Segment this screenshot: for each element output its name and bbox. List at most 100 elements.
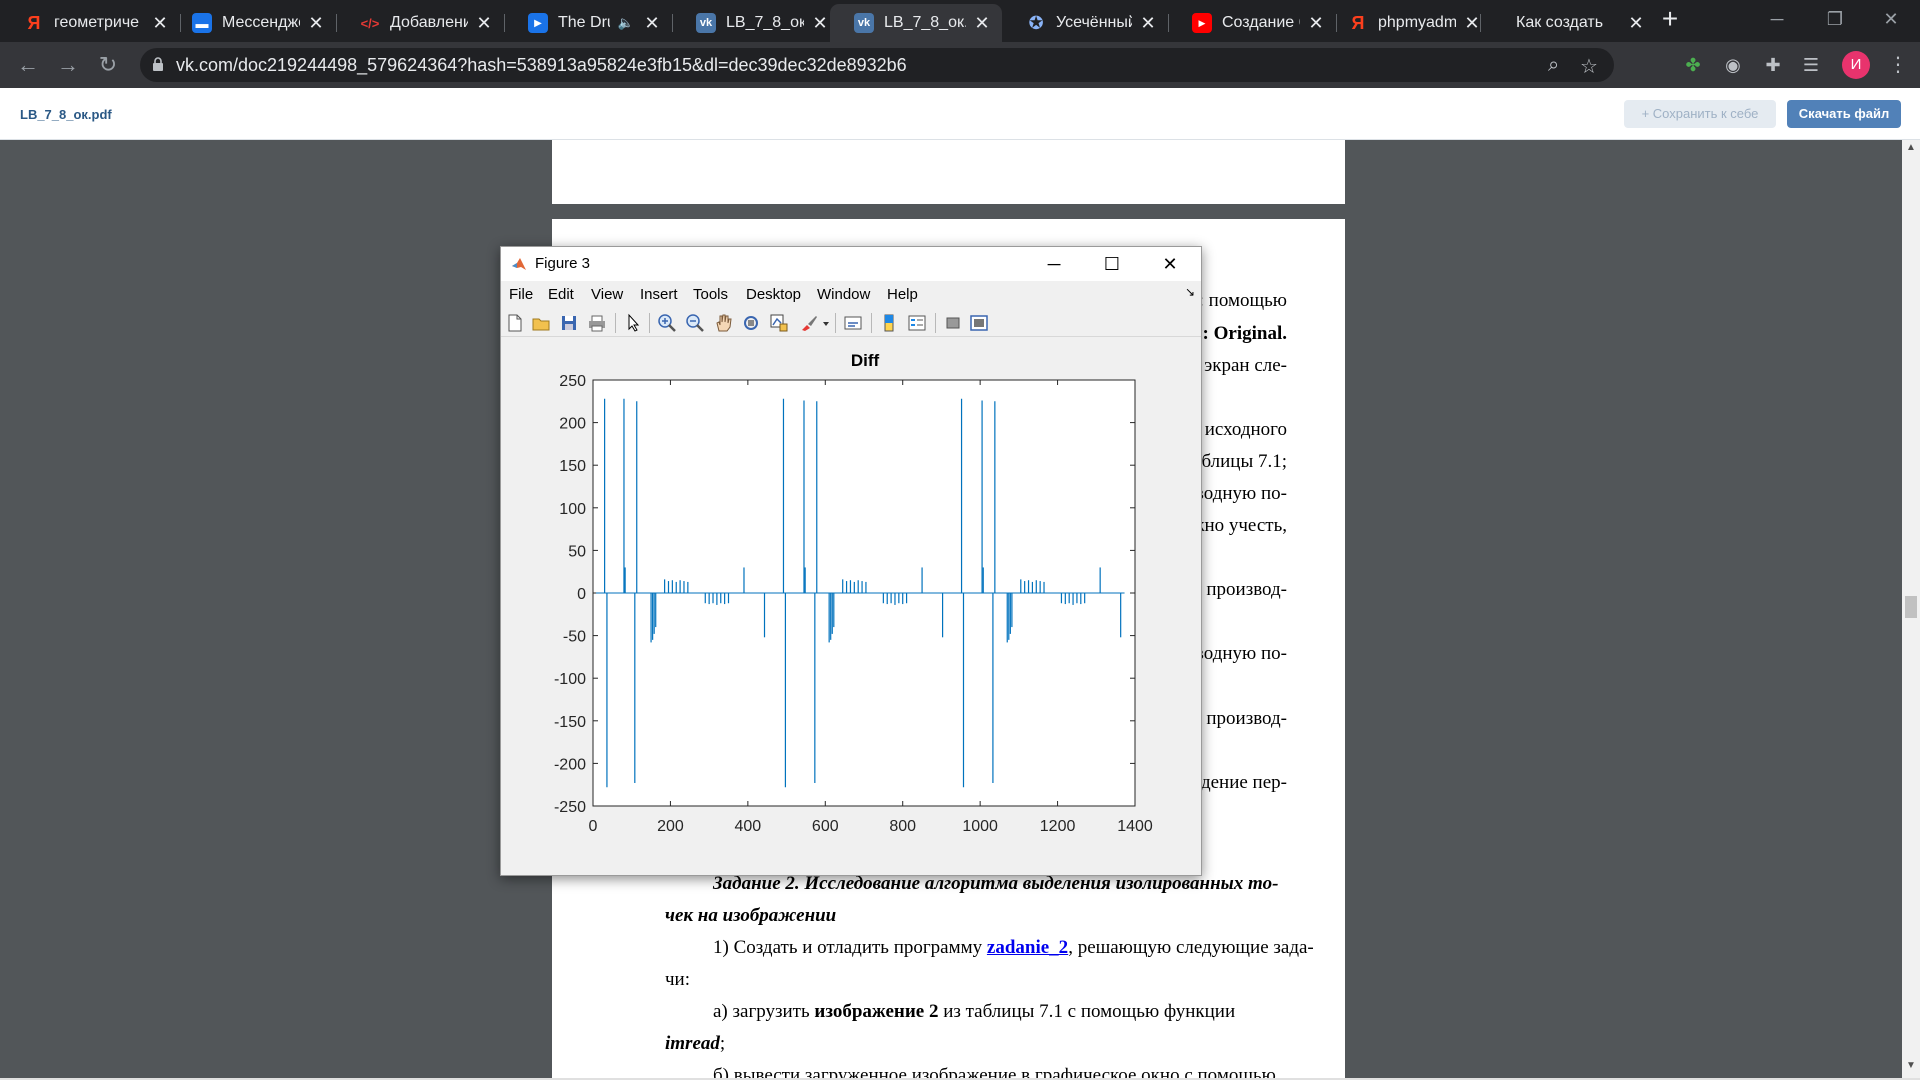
browser-tab-strip: Я геометриче ✕ ▬ Мессендже ✕ </> Добавле…	[0, 0, 1920, 42]
hide-plot-tools-icon[interactable]	[943, 313, 963, 333]
y-tick-label: -200	[554, 756, 586, 773]
close-tab-icon[interactable]: ✕	[474, 13, 494, 34]
colorbar-icon[interactable]	[879, 313, 899, 333]
close-tab-icon[interactable]: ✕	[306, 13, 326, 34]
close-tab-icon[interactable]: ✕	[642, 13, 662, 34]
y-tick-label: -150	[554, 714, 586, 731]
new-figure-icon[interactable]	[505, 313, 525, 333]
reload-button[interactable]: ↻	[92, 50, 124, 82]
menu-file[interactable]: File	[509, 286, 533, 303]
yandex-icon: Я	[27, 12, 41, 33]
close-tab-icon[interactable]: ✕	[1626, 13, 1646, 34]
page-text-fragment: исходного	[1204, 419, 1287, 440]
profile-avatar[interactable]: И	[1842, 51, 1870, 79]
page-text-fragment: экран сле-	[1204, 355, 1287, 376]
page-text-fragment: водную по-	[1194, 483, 1287, 504]
browser-menu-icon[interactable]: ⋮	[1888, 52, 1908, 77]
speaker-icon[interactable]: 🔈	[616, 15, 636, 31]
menu-tools[interactable]: Tools	[693, 286, 728, 303]
x-tick-label: 600	[812, 818, 839, 835]
tab-vk-doc-1[interactable]: vk LB_7_8_ок.p ✕	[672, 4, 840, 42]
close-tab-icon[interactable]: ✕	[972, 13, 992, 34]
dock-arrow-icon[interactable]: ↘	[1185, 285, 1195, 299]
figure-maximize-button[interactable]: ☐	[1083, 247, 1141, 281]
menu-help[interactable]: Help	[887, 286, 918, 303]
save-to-self-button[interactable]: + Сохранить к себе	[1624, 100, 1776, 128]
search-zoom-icon[interactable]: ⌕	[1548, 54, 1559, 77]
toolbar-separator	[871, 313, 872, 333]
page-text-fragment: производ-	[1206, 579, 1287, 600]
open-file-icon[interactable]	[531, 313, 551, 333]
menu-insert[interactable]: Insert	[640, 286, 678, 303]
figure-titlebar[interactable]: Figure 3 ─ ☐ ✕	[501, 247, 1201, 281]
menu-desktop[interactable]: Desktop	[746, 286, 801, 303]
bookmark-star-icon[interactable]: ☆	[1580, 54, 1598, 79]
document-filename[interactable]: LB_7_8_ок.pdf	[20, 107, 112, 122]
extension-circle-icon[interactable]: ◉	[1722, 54, 1744, 76]
tab-truncated[interactable]: ✪ Усечённый ✕	[1002, 4, 1168, 42]
figure-close-button[interactable]: ✕	[1141, 247, 1199, 281]
close-tab-icon[interactable]: ✕	[1462, 13, 1482, 34]
scroll-up-arrow-icon[interactable]: ▲	[1906, 142, 1916, 153]
link-plot-icon[interactable]	[843, 313, 863, 333]
tab-add[interactable]: </> Добавлени ✕	[336, 4, 504, 42]
brush-dropdown-icon[interactable]	[821, 313, 831, 333]
zoom-out-icon[interactable]	[685, 313, 705, 333]
print-icon[interactable]	[587, 313, 607, 333]
zadanie-2-link[interactable]: zadanie_2	[987, 937, 1068, 958]
zoom-in-icon[interactable]	[657, 313, 677, 333]
x-tick-label: 1000	[962, 818, 998, 835]
menu-view[interactable]: View	[591, 286, 623, 303]
rotate-3d-icon[interactable]	[741, 313, 761, 333]
close-window-button[interactable]: ✕	[1862, 0, 1920, 38]
close-tab-icon[interactable]: ✕	[1138, 13, 1158, 34]
y-tick-label: -250	[554, 799, 586, 816]
tab-messenger[interactable]: ▬ Мессендже ✕	[168, 4, 336, 42]
save-icon[interactable]	[559, 313, 579, 333]
plot-area[interactable]: Diff 0 200 400 600 800 1000 1200 14002502001501…	[501, 337, 1201, 875]
menu-window[interactable]: Window	[817, 286, 870, 303]
legend-icon[interactable]	[907, 313, 927, 333]
restore-window-button[interactable]: ❐	[1806, 0, 1864, 38]
reading-list-icon[interactable]: ☰	[1800, 54, 1822, 76]
scroll-down-arrow-icon[interactable]: ▼	[1906, 1060, 1916, 1071]
brush-icon[interactable]	[799, 313, 819, 333]
extensions-puzzle-icon[interactable]: ✚	[1762, 54, 1784, 76]
menu-edit[interactable]: Edit	[548, 286, 574, 303]
tab-phpmyadmin[interactable]: Я phpmyadmi ✕	[1324, 4, 1492, 42]
matlab-figure-window[interactable]: Figure 3 ─ ☐ ✕ File Edit View Insert Too…	[500, 246, 1202, 876]
figure-menubar: File Edit View Insert Tools Desktop Wind…	[501, 281, 1201, 307]
edit-plot-arrow-icon[interactable]	[623, 313, 643, 333]
figure-minimize-button[interactable]: ─	[1025, 247, 1083, 281]
show-plot-tools-icon[interactable]	[969, 313, 989, 333]
close-tab-icon[interactable]: ✕	[150, 13, 170, 34]
y-tick-label: 0	[577, 586, 586, 603]
tab-vk-doc-active[interactable]: vk LB_7_8_ок.p ✕	[830, 4, 1002, 42]
extension-colorful-icon[interactable]: ✤	[1682, 54, 1704, 76]
lock-icon[interactable]	[152, 57, 164, 72]
tab-the-dru[interactable]: ▶ The Dru 🔈 ✕	[504, 4, 672, 42]
download-file-button[interactable]: Скачать файл	[1787, 100, 1901, 128]
pan-hand-icon[interactable]	[713, 313, 733, 333]
close-tab-icon[interactable]: ✕	[1306, 13, 1326, 34]
page-scrollbar[interactable]: ▲ ▼	[1902, 140, 1920, 1080]
tab-yandex-geometry[interactable]: Я геометриче ✕	[0, 4, 180, 42]
code-icon: </>	[360, 15, 380, 31]
data-cursor-icon[interactable]	[769, 313, 789, 333]
tab-how-to-create[interactable]: Как создать ✕	[1492, 4, 1656, 42]
new-tab-button[interactable]: +	[1656, 5, 1684, 34]
minimize-window-button[interactable]: ─	[1748, 0, 1806, 38]
paragraph-line: а) загрузить изображение 2 из таблицы 7.…	[713, 1001, 1236, 1022]
document-header: LB_7_8_ок.pdf + Сохранить к себе Скачать…	[0, 88, 1920, 140]
y-tick-label: -100	[554, 671, 586, 688]
back-button[interactable]: ←	[12, 50, 44, 82]
page-text-fragment: жно учесть,	[1191, 515, 1287, 536]
address-bar[interactable]: vk.com/doc219244498_579624364?hash=53891…	[140, 48, 1614, 82]
figure-toolbar	[501, 307, 1201, 337]
close-tab-icon[interactable]: ✕	[810, 13, 830, 34]
url-text[interactable]: vk.com/doc219244498_579624364?hash=53891…	[176, 55, 907, 76]
scrollbar-thumb[interactable]	[1905, 596, 1917, 618]
tab-youtube[interactable]: ▶ Создание б ✕	[1168, 4, 1336, 42]
forward-button[interactable]: →	[52, 50, 84, 82]
x-tick-label: 200	[657, 818, 684, 835]
